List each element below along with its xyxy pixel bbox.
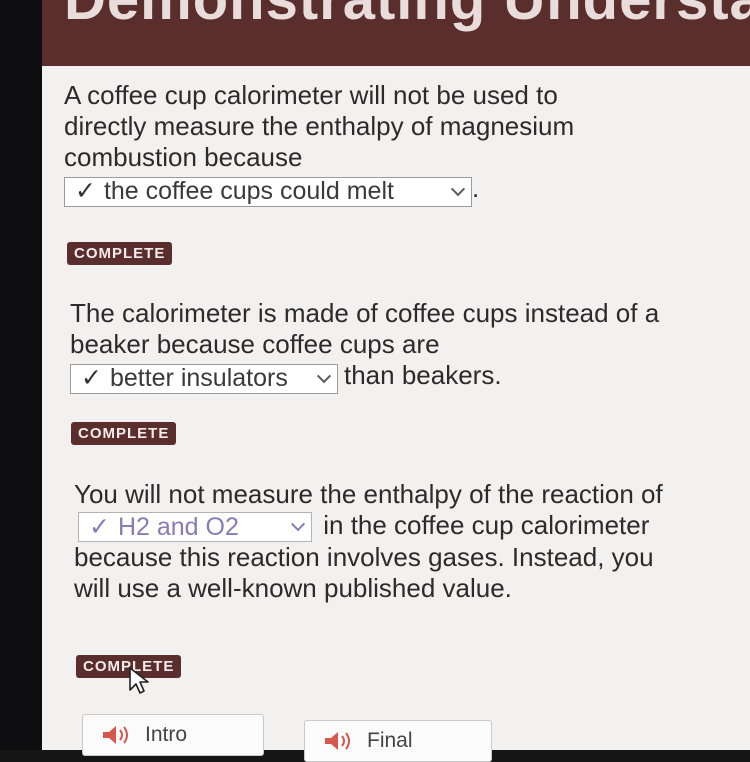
question-1-end: . [472, 173, 480, 203]
final-button-label: Final [367, 729, 413, 752]
chevron-down-icon [290, 517, 306, 532]
chevron-down-icon [316, 368, 332, 383]
check-icon: ✓ [75, 177, 96, 206]
check-icon: ✓ [81, 364, 102, 393]
question-1-text: A coffee cup calorimeter will not be use… [64, 80, 575, 172]
question-2-answer: better insulators [109, 364, 288, 393]
speaker-icon [103, 726, 128, 744]
check-icon: ✓ [89, 512, 110, 541]
page-header: Demonstrating Understanding [42, 0, 750, 66]
status-badge: COMPLETE [71, 422, 177, 445]
question-2-end: than beakers. [344, 360, 502, 390]
page-title: Demonstrating Understanding [64, 0, 750, 33]
question-3: You will not measure the enthalpy of the… [74, 479, 674, 604]
question-3-answer: H2 and O2 [117, 512, 239, 541]
question-1-answer: the coffee cups could melt [103, 177, 394, 206]
question-2-text: The calorimeter is made of coffee cups i… [70, 298, 660, 359]
question-3-dropdown[interactable]: ✓ H2 and O2 [78, 512, 312, 543]
intro-button-label: Intro [145, 723, 188, 746]
question-2-dropdown[interactable]: ✓ better insulators [70, 363, 338, 394]
question-2: The calorimeter is made of coffee cups i… [70, 298, 700, 394]
question-3-text: You will not measure the enthalpy of the… [74, 479, 663, 509]
final-button[interactable]: Final [304, 720, 492, 762]
screen-bezel [0, 0, 42, 750]
mouse-cursor-icon [129, 667, 149, 694]
chevron-down-icon [450, 181, 466, 196]
question-1: A coffee cup calorimeter will not be use… [64, 80, 644, 207]
status-badge: COMPLETE [67, 242, 173, 265]
speaker-icon [325, 732, 350, 750]
question-1-dropdown[interactable]: ✓ the coffee cups could melt [64, 176, 472, 207]
